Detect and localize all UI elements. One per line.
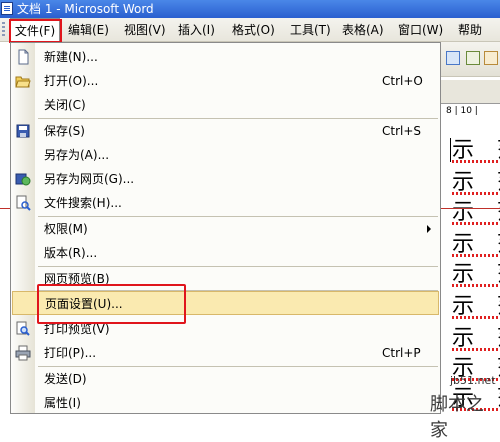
document-line: 示 范 xyxy=(452,200,500,226)
menu-item-properties[interactable]: 属性(I) xyxy=(11,391,440,415)
submenu-arrow-icon xyxy=(427,225,431,233)
drawing-icon[interactable] xyxy=(484,51,498,65)
menu-item-open[interactable]: 打开(O)... Ctrl+O xyxy=(11,69,440,93)
watermark-name: 脚本之家 xyxy=(430,394,484,441)
print-preview-icon xyxy=(15,321,31,337)
standard-toolbar xyxy=(440,42,500,77)
menu-item-close[interactable]: 关闭(C) xyxy=(11,93,440,117)
document-line: 示 范 xyxy=(452,170,500,196)
menu-item-file-search[interactable]: 文件搜索(H)... xyxy=(11,191,440,215)
menu-insert[interactable]: 插入(I) xyxy=(178,18,215,42)
document-line: 示 范 xyxy=(452,232,500,258)
document-line: 示 范 xyxy=(452,138,500,164)
menu-bar: 文件(F) 编辑(E) 视图(V) 插入(I) 格式(O) 工具(T) 表格(A… xyxy=(0,18,500,61)
menu-item-print[interactable]: 打印(P)... Ctrl+P xyxy=(11,341,440,365)
menu-help[interactable]: 帮助(H) xyxy=(458,18,500,61)
columns-icon[interactable] xyxy=(466,51,480,65)
window-title: 文档 1 - Microsoft Word xyxy=(17,2,154,16)
menu-format[interactable]: 格式(O) xyxy=(232,18,275,42)
watermark: jb51.net 脚本之家 xyxy=(430,372,500,441)
menu-item-send[interactable]: 发送(D) xyxy=(11,367,440,391)
open-folder-icon xyxy=(15,73,31,89)
document-line: 示 范 xyxy=(452,326,500,352)
menu-table[interactable]: 表格(A) xyxy=(342,18,384,42)
text-cursor xyxy=(450,138,451,162)
menu-tools[interactable]: 工具(T) xyxy=(290,18,331,42)
menu-edit[interactable]: 编辑(E) xyxy=(68,18,109,42)
horizontal-ruler[interactable]: 8 | 10 | xyxy=(440,103,500,119)
menu-item-save[interactable]: 保存(S) Ctrl+S xyxy=(11,119,440,143)
menubar-grip-icon[interactable] xyxy=(2,22,5,38)
title-bar: 文档 1 - Microsoft Word xyxy=(0,0,500,18)
menu-item-save-as[interactable]: 另存为(A)... xyxy=(11,143,440,167)
menu-item-new[interactable]: 新建(N)... xyxy=(11,45,440,69)
menu-item-save-as-web[interactable]: 另存为网页(G)... xyxy=(11,167,440,191)
file-menu-highlight-box xyxy=(9,19,62,43)
document-line: 示 范 xyxy=(452,262,500,288)
new-document-icon xyxy=(15,49,31,65)
menu-window[interactable]: 窗口(W) xyxy=(398,18,443,42)
menu-item-permission[interactable]: 权限(M) xyxy=(11,217,440,241)
table-icon[interactable] xyxy=(446,51,460,65)
file-menu-dropdown: 新建(N)... 打开(O)... Ctrl+O 关闭(C) 保存(S) Ctr… xyxy=(10,42,441,414)
ruler-background xyxy=(440,80,500,103)
ruler-ticks: 8 | 10 | xyxy=(446,106,478,116)
save-icon xyxy=(15,123,31,139)
file-search-icon xyxy=(15,195,31,211)
word-document-icon xyxy=(1,2,13,15)
menu-item-versions[interactable]: 版本(R)... xyxy=(11,241,440,265)
printer-icon xyxy=(15,345,31,361)
save-as-web-icon xyxy=(15,171,31,187)
menu-view[interactable]: 视图(V) xyxy=(124,18,166,42)
watermark-site: jb51.net xyxy=(450,374,496,387)
page-setup-highlight-box xyxy=(37,284,186,324)
document-line: 示 范 xyxy=(452,294,500,320)
